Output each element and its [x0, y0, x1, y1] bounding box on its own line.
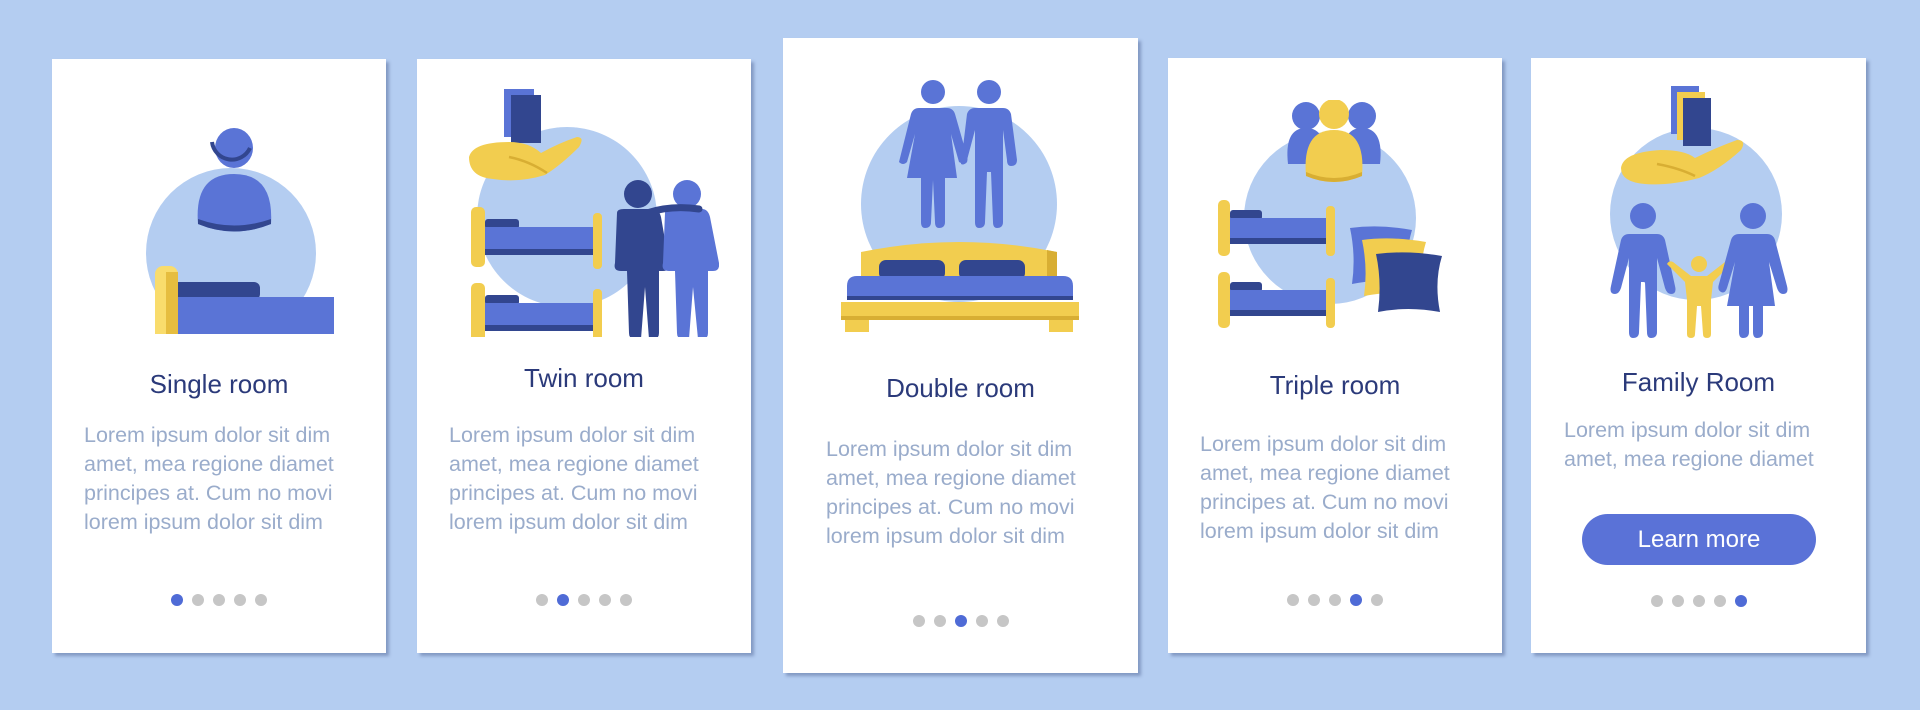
page-dot-3[interactable] — [213, 594, 225, 606]
description-line: Lorem ipsum dolor sit dim — [1564, 418, 1811, 442]
description-line: lorem ipsum dolor sit dim — [84, 510, 323, 534]
onboarding-card-single-room: Single room Lorem ipsum dolor sit dim am… — [52, 59, 386, 653]
page-dot-3[interactable] — [1692, 595, 1705, 607]
description-line: lorem ipsum dolor sit dim — [826, 524, 1065, 548]
page-dot-5-active[interactable] — [1734, 595, 1747, 607]
double-bed-couple-icon — [783, 74, 1138, 344]
page-dot-5[interactable] — [996, 615, 1009, 627]
page-dot-4-active[interactable] — [1350, 594, 1362, 606]
description-line: amet, mea regione diamet — [449, 452, 699, 476]
page-dot-5[interactable] — [620, 594, 632, 606]
triple-room-group-pillows-icon — [1168, 100, 1502, 330]
page-indicator — [783, 615, 1138, 627]
card-title: Single room — [149, 369, 289, 399]
description-line: lorem ipsum dolor sit dim — [449, 510, 688, 534]
page-dot-1-active[interactable] — [171, 594, 183, 606]
onboarding-card-triple-room: Triple room Lorem ipsum dolor sit dim am… — [1168, 58, 1502, 653]
description-line: Lorem ipsum dolor sit dim — [84, 423, 331, 447]
page-dot-1[interactable] — [1287, 594, 1299, 606]
description-line: principes at. Cum no movi — [826, 495, 1075, 519]
page-indicator — [1531, 595, 1866, 607]
page-dot-2[interactable] — [192, 594, 204, 606]
page-indicator — [52, 594, 386, 606]
card-description: Lorem ipsum dolor sit dim amet, mea regi… — [84, 421, 334, 537]
page-dot-3-active[interactable] — [954, 615, 967, 627]
page-dot-4[interactable] — [1713, 595, 1726, 607]
page-dot-1[interactable] — [536, 594, 548, 606]
card-title: Family Room — [1621, 367, 1776, 397]
onboarding-card-twin-room: Twin room Lorem ipsum dolor sit dim amet… — [417, 59, 751, 653]
description-line: principes at. Cum no movi — [1200, 490, 1449, 514]
page-dot-2[interactable] — [1308, 594, 1320, 606]
onboarding-card-double-room: Double room Lorem ipsum dolor sit dim am… — [783, 38, 1138, 673]
learn-more-button[interactable]: Learn more — [1582, 514, 1816, 565]
description-line: amet, mea regione diamet — [84, 452, 334, 476]
description-line: principes at. Cum no movi — [84, 481, 333, 505]
page-dot-2-active[interactable] — [557, 594, 569, 606]
description-line: amet, mea regione diamet — [1564, 447, 1814, 471]
twin-beds-two-people-icon — [417, 87, 751, 337]
single-bed-person-icon — [52, 104, 386, 334]
description-line: lorem ipsum dolor sit dim — [1200, 519, 1439, 543]
description-line: Lorem ipsum dolor sit dim — [1200, 432, 1447, 456]
page-dot-5[interactable] — [255, 594, 267, 606]
card-description: Lorem ipsum dolor sit dim amet, mea regi… — [449, 421, 699, 537]
page-indicator — [1168, 594, 1502, 606]
page-dot-2[interactable] — [933, 615, 946, 627]
family-hand-icon — [1531, 86, 1866, 346]
card-description: Lorem ipsum dolor sit dim amet, mea regi… — [1564, 416, 1814, 474]
card-title: Triple room — [1269, 370, 1401, 400]
description-line: Lorem ipsum dolor sit dim — [449, 423, 696, 447]
page-dot-3[interactable] — [578, 594, 590, 606]
page-dot-1[interactable] — [912, 615, 925, 627]
description-line: amet, mea regione diamet — [826, 466, 1076, 490]
card-title: Twin room — [524, 363, 644, 393]
page-dot-2[interactable] — [1671, 595, 1684, 607]
card-description: Lorem ipsum dolor sit dim amet, mea regi… — [826, 435, 1076, 551]
page-dot-5[interactable] — [1371, 594, 1383, 606]
description-line: Lorem ipsum dolor sit dim — [826, 437, 1073, 461]
card-description: Lorem ipsum dolor sit dim amet, mea regi… — [1200, 430, 1450, 546]
page-dot-4[interactable] — [599, 594, 611, 606]
page-dot-4[interactable] — [975, 615, 988, 627]
page-dot-4[interactable] — [234, 594, 246, 606]
page-dot-1[interactable] — [1650, 595, 1663, 607]
description-line: amet, mea regione diamet — [1200, 461, 1450, 485]
page-dot-3[interactable] — [1329, 594, 1341, 606]
onboarding-card-family-room: Family Room Lorem ipsum dolor sit dim am… — [1531, 58, 1866, 653]
description-line: principes at. Cum no movi — [449, 481, 698, 505]
card-title: Double room — [886, 373, 1035, 403]
page-indicator — [417, 594, 751, 606]
